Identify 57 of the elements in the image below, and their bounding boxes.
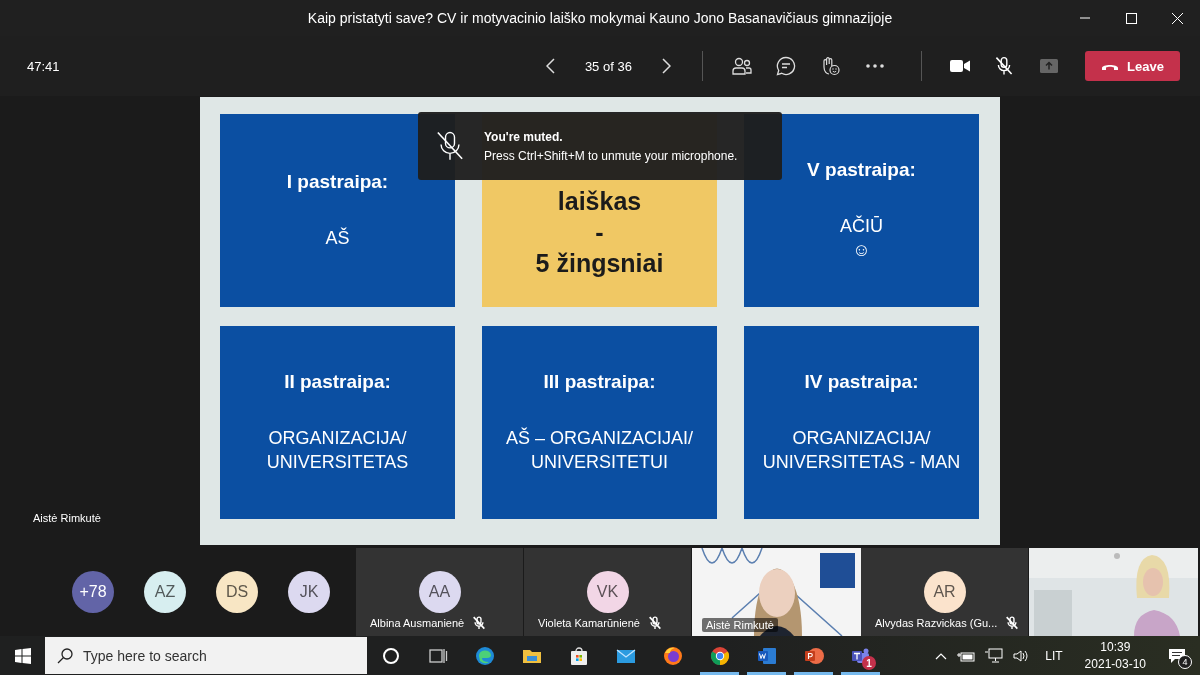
notification-badge: 1 — [862, 656, 876, 670]
volume-icon[interactable] — [1013, 648, 1030, 663]
card-text: AŠ – ORGANIZACIJAI/ UNIVERSITETUI — [505, 427, 693, 474]
chevron-left-icon[interactable] — [545, 58, 555, 74]
card-text: AŠ — [325, 226, 350, 250]
search-field[interactable]: Type here to search — [45, 637, 367, 674]
leave-button[interactable]: Leave — [1085, 51, 1181, 81]
card-text: AČIŪ ☺ — [840, 215, 883, 262]
edge-icon[interactable] — [474, 645, 495, 666]
card-heading: III pastraipa: — [543, 371, 656, 394]
windows-icon[interactable] — [14, 647, 31, 664]
window-title: Kaip pristatyti save? CV ir motyvacinio laiško mokymai Kauno Jono Basanavičiaus gimnazijoje — [307, 10, 893, 26]
chevron-right-icon[interactable] — [661, 58, 671, 74]
phone-icon — [1101, 62, 1120, 70]
battery-icon[interactable] — [957, 649, 976, 662]
network-icon[interactable] — [985, 647, 1004, 664]
chevron-up-icon[interactable] — [935, 651, 948, 660]
card-heading: II pastraipa: — [284, 371, 391, 394]
avatar: DS — [216, 571, 258, 613]
powerpoint-icon[interactable] — [803, 645, 824, 666]
avatar: AZ — [144, 571, 186, 613]
more-icon[interactable] — [865, 64, 884, 68]
avatar: AR — [923, 571, 966, 613]
people-icon[interactable] — [731, 57, 752, 75]
presenter-name: Aistė Rimkutė — [33, 512, 101, 524]
shopping-bag-icon[interactable] — [568, 645, 589, 666]
notification-message: Press Ctrl+Shift+M to unmute your microphone. — [484, 148, 738, 163]
card-heading: V pastraipa: — [807, 159, 916, 182]
mic-muted-icon[interactable] — [994, 56, 1015, 76]
avatar: +78 — [72, 571, 114, 613]
firefox-icon[interactable] — [662, 645, 683, 666]
meeting-timer: 47:41 — [27, 58, 61, 74]
participant-name: Violeta Kamarūnienė — [538, 617, 640, 629]
hand-icon[interactable] — [820, 56, 841, 76]
maximize-icon[interactable] — [1125, 12, 1137, 24]
chat-icon[interactable] — [775, 56, 796, 76]
chrome-icon[interactable] — [709, 645, 730, 666]
card-text: laiškas - 5 žingsniai — [535, 185, 664, 280]
word-icon[interactable] — [756, 645, 777, 666]
notification-title: You're muted. — [484, 129, 564, 144]
close-icon[interactable] — [1171, 12, 1183, 24]
share-icon[interactable] — [1039, 59, 1058, 73]
camera-icon[interactable] — [950, 59, 971, 73]
card-text: ORGANIZACIJA/ UNIVERSITETAS — [266, 427, 409, 474]
card-heading: IV pastraipa: — [804, 371, 919, 394]
slide-counter: 35 of 36 — [583, 58, 633, 74]
avatar: AA — [418, 571, 461, 613]
participant-name: Albina Ausmanienė — [370, 617, 465, 629]
avatar: VK — [586, 571, 629, 613]
language-indicator[interactable]: LIT — [1045, 648, 1063, 663]
card-heading: I pastraipa: — [286, 170, 389, 193]
clock[interactable]: 10:39 2021-03-10 — [1078, 640, 1152, 671]
card-text: ORGANIZACIJA/ UNIVERSITETAS - MAN — [762, 427, 961, 474]
participant-name: Aistė Rimkutė — [702, 618, 778, 632]
avatar: JK — [288, 571, 330, 613]
participant-name: Alvydas Razvickas (Gu... — [875, 617, 998, 629]
circle-icon[interactable] — [380, 645, 401, 666]
